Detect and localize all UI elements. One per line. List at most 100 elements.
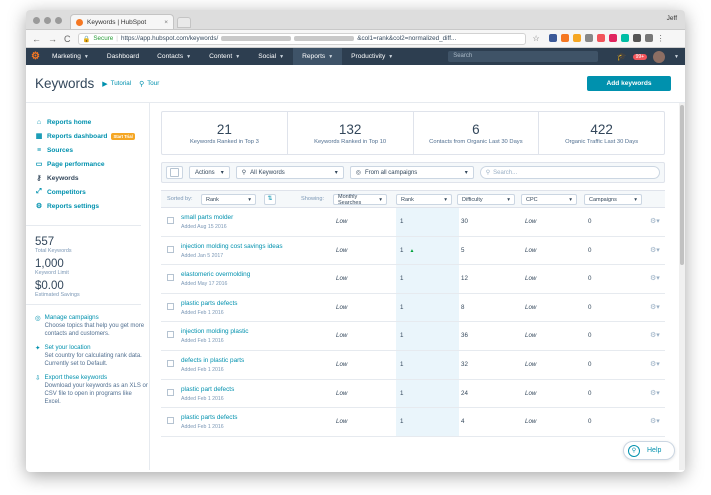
nav-productivity[interactable]: Productivity ▼ — [342, 48, 402, 65]
row-checkbox[interactable] — [167, 217, 174, 224]
table-row[interactable]: defects in plastic parts Added Feb 1 201… — [161, 351, 665, 380]
row-checkbox[interactable] — [167, 331, 174, 339]
row-checkbox[interactable] — [167, 417, 174, 425]
sidebar-item-reports-dashboard[interactable]: ▦ Reports dashboard Start Trial — [35, 129, 149, 143]
add-keywords-button[interactable]: Add keywords — [587, 76, 671, 91]
reload-icon[interactable]: C — [64, 34, 71, 44]
help-button[interactable]: ⚲ Help — [623, 441, 675, 460]
start-trial-badge[interactable]: Start Trial — [111, 132, 135, 140]
bookmark-star-icon[interactable]: ☆ — [533, 34, 540, 43]
keyword-link[interactable]: plastic part defects — [181, 386, 234, 393]
scrollbar[interactable] — [679, 103, 685, 470]
select-all-checkbox-wrapper[interactable] — [166, 166, 183, 179]
row-gear-icon[interactable]: ⚙▾ — [650, 274, 660, 282]
keyword-link[interactable]: plastic parts defects — [181, 300, 237, 307]
column-select-rank[interactable]: Rank ▾ — [396, 194, 452, 205]
export-keywords-link[interactable]: Export these keywords — [44, 374, 149, 381]
table-row[interactable]: injection molding plastic Added Feb 1 20… — [161, 322, 665, 351]
chevron-down-icon: ▼ — [328, 53, 334, 60]
nav-search-input[interactable]: Search — [448, 51, 599, 62]
column-select-difficulty[interactable]: Difficulty ▾ — [457, 194, 515, 205]
sort-direction-button[interactable]: ⇅ — [264, 194, 276, 205]
chevron-down-icon: ▼ — [388, 53, 394, 60]
extension-icon[interactable] — [644, 34, 653, 42]
notification-badge[interactable]: 99+ — [632, 53, 648, 60]
new-tab-button[interactable] — [177, 17, 191, 28]
column-select-cpc[interactable]: CPC ▾ — [521, 194, 577, 205]
row-gear-icon[interactable]: ⚙▾ — [650, 217, 660, 225]
extension-icon[interactable] — [572, 34, 581, 42]
tab-close-icon[interactable]: × — [164, 19, 168, 26]
scrollbar-thumb[interactable] — [680, 105, 684, 265]
nav-content[interactable]: Content ▼ — [200, 48, 249, 65]
table-row[interactable]: injection molding cost savings ideas Add… — [161, 237, 665, 266]
keyword-link[interactable]: defects in plastic parts — [181, 357, 244, 364]
menu-icon[interactable]: ⋮ — [657, 34, 665, 43]
select-all-checkbox[interactable] — [170, 168, 179, 177]
row-checkbox[interactable] — [167, 274, 174, 282]
cpc-cell: Low — [525, 303, 537, 311]
forward-icon[interactable]: → — [48, 34, 57, 44]
sidebar-item-page-performance[interactable]: ▭ Page performance — [35, 157, 149, 171]
extension-icon[interactable] — [620, 34, 629, 42]
profile-name[interactable]: Jeff — [667, 15, 677, 22]
row-gear-icon[interactable]: ⚙▾ — [650, 303, 660, 311]
row-checkbox[interactable] — [167, 359, 174, 367]
row-gear-icon[interactable]: ⚙▾ — [650, 389, 660, 397]
extension-icon[interactable] — [632, 34, 641, 42]
keyword-link[interactable]: small parts molder — [181, 214, 233, 221]
nav-contacts[interactable]: Contacts ▼ — [148, 48, 200, 65]
extension-icon[interactable] — [584, 34, 593, 42]
row-gear-icon[interactable]: ⚙▾ — [650, 360, 660, 368]
back-icon[interactable]: ← — [32, 34, 41, 44]
row-checkbox[interactable] — [167, 388, 174, 396]
sidebar-item-competitors[interactable]: ⤢ Competitors — [35, 185, 149, 199]
actions-dropdown[interactable]: Actions ▾ — [189, 166, 230, 179]
column-select-campaigns[interactable]: Campaigns ▾ — [584, 194, 642, 205]
campaign-filter-select[interactable]: ◎ From all campaigns ▾ — [349, 166, 474, 179]
keyword-link[interactable]: injection molding plastic — [181, 328, 249, 335]
extension-icon[interactable] — [596, 34, 605, 42]
row-gear-icon[interactable]: ⚙▾ — [650, 331, 660, 339]
keyword-search-input[interactable]: ⚲ Search... — [479, 166, 660, 179]
nav-social[interactable]: Social ▼ — [249, 48, 293, 65]
nav-reports[interactable]: Reports ▼ — [293, 48, 343, 65]
extension-icon[interactable] — [608, 34, 617, 42]
keyword-link[interactable]: elastomeric overmolding — [181, 271, 250, 278]
table-row[interactable]: elastomeric overmolding Added May 17 201… — [161, 265, 665, 294]
set-location-link[interactable]: Set your location — [44, 344, 149, 351]
table-row[interactable]: plastic parts defects Added Feb 1 2016 L… — [161, 408, 665, 437]
keyword-link[interactable]: plastic parts defects — [181, 414, 237, 421]
chevron-down-icon[interactable]: ▼ — [674, 54, 679, 60]
avatar[interactable] — [653, 50, 666, 63]
keyword-filter-select[interactable]: ⚲ All Keywords ▾ — [235, 166, 344, 179]
column-select-searches[interactable]: Monthly Searches ▾ — [333, 194, 387, 206]
sidebar-item-reports-home[interactable]: ⌂ Reports home — [35, 115, 149, 129]
row-gear-icon[interactable]: ⚙▾ — [650, 246, 660, 254]
row-checkbox[interactable] — [167, 302, 174, 310]
tour-link[interactable]: ⚲ Tour — [139, 80, 159, 88]
table-row[interactable]: plastic part defects Added Feb 1 2016 Lo… — [161, 380, 665, 409]
sidebar-item-reports-settings[interactable]: ⚙ Reports settings — [35, 199, 149, 213]
row-checkbox[interactable] — [167, 245, 174, 253]
hubspot-logo-icon[interactable]: ⚙ — [31, 51, 40, 62]
extension-icon[interactable] — [560, 34, 569, 42]
row-gear-icon[interactable]: ⚙▾ — [650, 417, 660, 425]
table-row[interactable]: plastic parts defects Added Feb 1 2016 L… — [161, 294, 665, 323]
academy-icon[interactable]: 🎓 — [617, 52, 627, 61]
close-window-button[interactable] — [33, 17, 40, 24]
sort-select[interactable]: Rank ▾ — [201, 194, 256, 205]
browser-tab[interactable]: Keywords | HubSpot × — [70, 14, 174, 29]
nav-marketing[interactable]: Marketing ▼ — [43, 48, 98, 65]
url-field[interactable]: 🔒 Secure | https://app.hubspot.com/keywo… — [77, 32, 526, 45]
sidebar-item-keywords[interactable]: ⚷ Keywords — [35, 171, 149, 185]
minimize-window-button[interactable] — [44, 17, 51, 24]
tutorial-link[interactable]: ▶ Tutorial — [102, 80, 131, 88]
extension-icon[interactable] — [548, 34, 557, 42]
table-row[interactable]: small parts molder Added Aug 15 2016 Low… — [161, 208, 665, 237]
maximize-window-button[interactable] — [55, 17, 62, 24]
keyword-link[interactable]: injection molding cost savings ideas — [181, 243, 283, 250]
sidebar-item-sources[interactable]: ≡ Sources — [35, 143, 149, 157]
manage-campaigns-link[interactable]: Manage campaigns — [45, 314, 149, 321]
nav-dashboard[interactable]: Dashboard — [98, 48, 148, 65]
